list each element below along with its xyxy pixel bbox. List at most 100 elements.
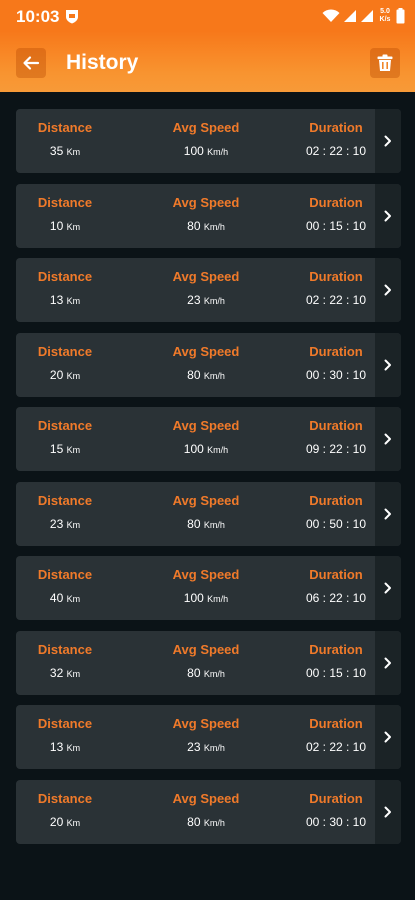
duration-column: Duration 00 : 15 : 10 bbox=[286, 195, 386, 235]
history-item[interactable]: Distance 13 Km Avg Speed 23 Km/h Duratio… bbox=[16, 258, 401, 322]
history-item[interactable]: Distance 13 Km Avg Speed 23 Km/h Duratio… bbox=[16, 705, 401, 769]
duration-label: Duration bbox=[309, 343, 363, 359]
avg-speed-label: Avg Speed bbox=[172, 790, 240, 806]
row-open-button[interactable] bbox=[375, 332, 401, 397]
chevron-right-icon bbox=[384, 284, 391, 296]
duration-value: 02 : 22 : 10 bbox=[305, 144, 367, 158]
duration-column: Duration 00 : 15 : 10 bbox=[286, 642, 386, 682]
avg-speed-value: 80 Km/h bbox=[187, 814, 225, 829]
avg-speed-label: Avg Speed bbox=[172, 120, 240, 135]
distance-value: 13 Km bbox=[49, 740, 81, 754]
history-item[interactable]: Distance 20 Km Avg Speed 80 Km/h Duratio… bbox=[16, 779, 401, 844]
distance-label: Distance bbox=[37, 790, 93, 806]
history-item[interactable]: Distance 20 Km Avg Speed 80 Km/h Duratio… bbox=[16, 332, 401, 397]
distance-value: 35 Km bbox=[49, 144, 81, 158]
avg-speed-column: Avg Speed 100 Km/h bbox=[156, 418, 256, 458]
avg-speed-column: Avg Speed 80 Km/h bbox=[156, 195, 256, 235]
distance-column: Distance 15 Km bbox=[32, 418, 98, 458]
distance-column: Distance 40 Km bbox=[32, 567, 98, 607]
avg-speed-label: Avg Speed bbox=[172, 567, 240, 582]
back-button[interactable] bbox=[16, 48, 46, 78]
distance-value: 40 Km bbox=[49, 591, 81, 605]
avg-speed-value: 23 Km/h bbox=[187, 293, 225, 307]
trash-icon bbox=[377, 54, 393, 71]
chevron-right-icon bbox=[384, 359, 391, 370]
duration-label: Duration bbox=[309, 492, 363, 508]
distance-column: Distance 23 Km bbox=[32, 493, 98, 533]
status-bar: 10:03 5.0 K/s bbox=[0, 0, 415, 31]
duration-label: Duration bbox=[309, 269, 363, 284]
signal-icon bbox=[361, 10, 373, 22]
status-icons: 5.0 K/s bbox=[322, 5, 405, 27]
duration-column: Duration 02 : 22 : 10 bbox=[286, 120, 386, 160]
row-open-button[interactable] bbox=[375, 630, 401, 695]
distance-column: Distance 10 Km bbox=[32, 195, 98, 235]
duration-column: Duration 00 : 30 : 10 bbox=[286, 791, 386, 831]
distance-column: Distance 13 Km bbox=[32, 716, 98, 756]
distance-label: Distance bbox=[37, 716, 93, 731]
row-open-button[interactable] bbox=[375, 705, 401, 769]
history-item[interactable]: Distance 15 Km Avg Speed 100 Km/h Durati… bbox=[16, 407, 401, 471]
history-item[interactable]: Distance 32 Km Avg Speed 80 Km/h Duratio… bbox=[16, 630, 401, 695]
history-item[interactable]: Distance 35 Km Avg Speed 100 Km/h Durati… bbox=[16, 109, 401, 173]
distance-label: Distance bbox=[37, 194, 93, 210]
avg-speed-value: 80 Km/h bbox=[187, 218, 225, 233]
distance-value: 20 Km bbox=[49, 367, 81, 382]
row-open-button[interactable] bbox=[375, 407, 401, 471]
history-item[interactable]: Distance 23 Km Avg Speed 80 Km/h Duratio… bbox=[16, 481, 401, 546]
avg-speed-value: 23 Km/h bbox=[187, 740, 225, 754]
app-screen: 10:03 5.0 K/s History Distance 35 Km Avg… bbox=[0, 0, 415, 900]
page-title: History bbox=[66, 51, 139, 74]
duration-column: Duration 02 : 22 : 10 bbox=[286, 269, 386, 309]
history-item[interactable]: Distance 10 Km Avg Speed 80 Km/h Duratio… bbox=[16, 183, 401, 248]
chevron-right-icon bbox=[384, 135, 391, 147]
row-open-button[interactable] bbox=[375, 109, 401, 173]
chevron-right-icon bbox=[384, 433, 391, 445]
avg-speed-column: Avg Speed 23 Km/h bbox=[156, 716, 256, 756]
row-open-button[interactable] bbox=[375, 258, 401, 322]
chevron-right-icon bbox=[384, 210, 391, 221]
duration-value: 02 : 22 : 10 bbox=[305, 293, 367, 307]
avg-speed-label: Avg Speed bbox=[172, 269, 240, 284]
arrow-left-icon bbox=[23, 56, 40, 70]
chevron-right-icon bbox=[384, 806, 391, 817]
duration-label: Duration bbox=[309, 120, 363, 135]
duration-column: Duration 06 : 22 : 10 bbox=[286, 567, 386, 607]
battery-icon bbox=[396, 8, 405, 24]
avg-speed-label: Avg Speed bbox=[172, 194, 240, 210]
distance-label: Distance bbox=[37, 343, 93, 359]
chevron-right-icon bbox=[384, 582, 391, 594]
avg-speed-column: Avg Speed 80 Km/h bbox=[156, 493, 256, 533]
history-item[interactable]: Distance 40 Km Avg Speed 100 Km/h Durati… bbox=[16, 556, 401, 620]
distance-value: 15 Km bbox=[49, 442, 81, 456]
row-open-button[interactable] bbox=[375, 481, 401, 546]
duration-value: 09 : 22 : 10 bbox=[305, 442, 367, 456]
duration-value: 00 : 50 : 10 bbox=[305, 516, 367, 531]
avg-speed-label: Avg Speed bbox=[172, 492, 240, 508]
duration-label: Duration bbox=[309, 567, 363, 582]
avg-speed-column: Avg Speed 80 Km/h bbox=[156, 344, 256, 384]
shield-icon bbox=[66, 10, 78, 24]
row-open-button[interactable] bbox=[375, 556, 401, 620]
duration-value: 06 : 22 : 10 bbox=[305, 591, 367, 605]
duration-column: Duration 00 : 30 : 10 bbox=[286, 344, 386, 384]
distance-value: 23 Km bbox=[49, 516, 81, 531]
row-open-button[interactable] bbox=[375, 183, 401, 248]
duration-label: Duration bbox=[309, 194, 363, 210]
distance-value: 32 Km bbox=[49, 665, 81, 680]
app-bar: History bbox=[0, 31, 415, 92]
chevron-right-icon bbox=[384, 731, 391, 743]
row-open-button[interactable] bbox=[375, 779, 401, 844]
signal-icon bbox=[344, 10, 356, 22]
avg-speed-label: Avg Speed bbox=[172, 343, 240, 359]
avg-speed-column: Avg Speed 80 Km/h bbox=[156, 642, 256, 682]
avg-speed-column: Avg Speed 100 Km/h bbox=[156, 567, 256, 607]
duration-value: 00 : 15 : 10 bbox=[305, 665, 367, 680]
duration-value: 00 : 15 : 10 bbox=[305, 218, 367, 233]
avg-speed-label: Avg Speed bbox=[172, 641, 240, 657]
avg-speed-value: 80 Km/h bbox=[187, 367, 225, 382]
avg-speed-column: Avg Speed 80 Km/h bbox=[156, 791, 256, 831]
delete-button[interactable] bbox=[370, 48, 400, 78]
duration-label: Duration bbox=[309, 716, 363, 731]
duration-value: 02 : 22 : 10 bbox=[305, 740, 367, 754]
